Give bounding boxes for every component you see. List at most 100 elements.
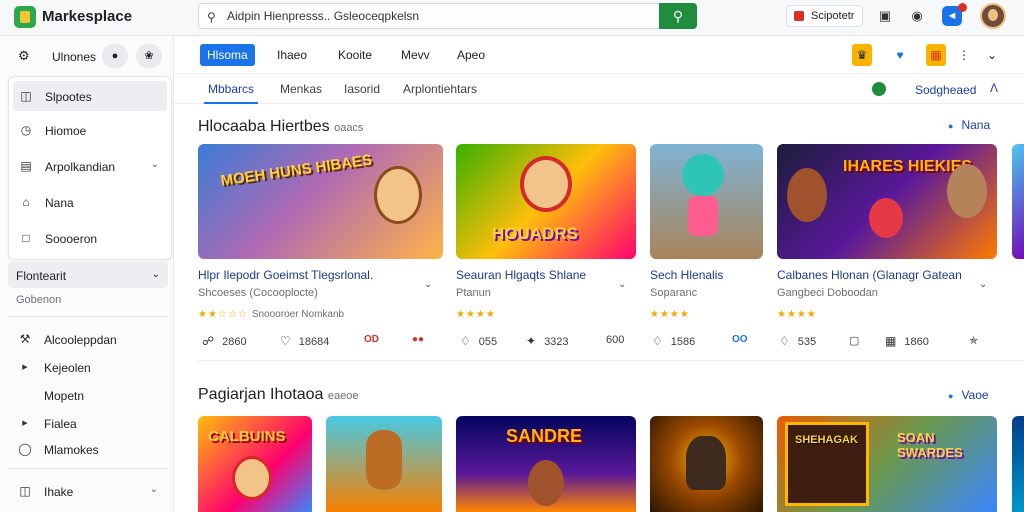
avatar[interactable]	[980, 3, 1006, 29]
sparkle-icon[interactable]: ✯	[969, 334, 978, 347]
character-art	[682, 154, 724, 196]
subtab-menkas[interactable]: Menkas	[280, 82, 322, 96]
tag-icon: ♢	[779, 334, 790, 348]
sidebar-item-hiomoe[interactable]: ◷ Hiomoe	[13, 115, 167, 145]
sidebar-item-mopetn[interactable]: Mopetn	[12, 380, 166, 410]
more-options-icon[interactable]: ⌄	[618, 279, 626, 290]
tags-stat: ♢ 535	[779, 334, 816, 348]
sidebar-item-ihake[interactable]: ◫ Ihake ⌄	[12, 476, 166, 506]
rating-stars: ★★☆☆☆ Snoooroer Nomkanb	[198, 309, 345, 320]
sidebar-item-label: Hiomoe	[45, 124, 87, 138]
tab-ihaeo[interactable]: Ihaeo	[270, 44, 314, 66]
sort-link[interactable]: Sodgheaed	[915, 83, 976, 97]
game-thumbnail[interactable]: SANDRE	[456, 416, 636, 512]
sidebar-item-arpolkandian[interactable]: ▤ Arpolkandian ⌄	[13, 151, 167, 181]
see-all-link[interactable]: Vaoe	[948, 388, 988, 402]
calendar-icon[interactable]: ▦	[926, 44, 946, 66]
marketplace-logo-icon[interactable]	[14, 6, 36, 28]
more-options-icon[interactable]: ⌄	[979, 279, 987, 290]
game-thumbnail[interactable]: IHARES HIEKIES	[777, 144, 997, 259]
settings-icon[interactable]: ⚙	[18, 48, 30, 64]
subtab-iasorid[interactable]: Iasorid	[344, 82, 380, 96]
stat-value: 2860	[222, 336, 247, 348]
tab-mevv[interactable]: Mevv	[394, 44, 437, 66]
likes-stat[interactable]: ♡ 18684	[280, 334, 329, 348]
sidebar-item-label: Fialea	[44, 417, 77, 431]
game-card[interactable]	[1012, 144, 1024, 359]
game-publisher: Gangbeci Doboodan	[777, 287, 878, 299]
sidebar-item-label: Nana	[45, 196, 74, 210]
camera-icon[interactable]: ◉	[908, 7, 926, 25]
sub-tabs: Mbbarcs Menkas Iasorid Arplontiehtars	[174, 74, 1024, 104]
clock-icon: ◷	[20, 123, 32, 137]
tags-stat: ♢ 055	[460, 334, 497, 348]
subtab-arplontiehtars[interactable]: Arplontiehtars	[403, 82, 477, 96]
game-thumbnail[interactable]	[1012, 416, 1024, 512]
thumbnail-art-title: SANDRE	[506, 426, 583, 446]
tab-apeo[interactable]: Apeo	[450, 44, 492, 66]
thumbnail-art-title: CALBUINS	[208, 428, 286, 445]
tags-stat: ♢ 1586	[652, 334, 695, 348]
sidebar-item-slpootes[interactable]: ◫ Slpootes	[13, 81, 167, 111]
search-bar[interactable]: ⚲ ⚲	[198, 3, 697, 29]
box-icon: □	[22, 231, 30, 245]
character-art	[366, 430, 402, 490]
game-title[interactable]: Hlpr Ilepodr Goeimst Tlegsrlonal.	[198, 268, 373, 282]
game-card[interactable]: IHARES HIEKIES Calbanes Hlonan (Glanagr …	[777, 144, 997, 359]
grid-icon: ◫	[19, 484, 31, 498]
window-icon[interactable]: ▣	[876, 7, 894, 25]
character-art	[686, 436, 726, 490]
share-icon[interactable]: ▢	[849, 334, 859, 347]
game-thumbnail[interactable]: SHEHAGAK SOAN SWARDES	[777, 416, 997, 512]
game-title[interactable]: Sech Hlenalis	[650, 268, 723, 282]
expand-icon[interactable]: ⋮	[954, 44, 974, 66]
game-title[interactable]: Calbanes Hlonan (Glanagr Gatean	[777, 268, 962, 282]
game-thumbnail[interactable]	[650, 416, 763, 512]
home-icon: ⌂	[22, 195, 30, 209]
chevron-down-icon[interactable]: ⌄	[982, 44, 1002, 66]
tab-hlsoma[interactable]: Hlsoma	[200, 44, 255, 66]
game-card[interactable]: MOEH HUNS HIBAES Hlpr Ilepodr Goeimst Tl…	[198, 144, 443, 359]
gamepad-icon: ☍	[202, 334, 215, 348]
user-icon[interactable]: Λ	[990, 81, 998, 95]
sidebar-item-label: Arpolkandian	[45, 160, 116, 174]
subtab-mbbarcs[interactable]: Mbbarcs	[203, 82, 259, 104]
triangle-icon: ▶	[22, 420, 28, 427]
sidebar-item-kejeolen[interactable]: ▶ Kejeolen	[12, 352, 166, 382]
blue-badge: OO	[732, 334, 748, 345]
search-input[interactable]	[227, 7, 647, 25]
heart-icon[interactable]: ♥	[890, 44, 910, 66]
game-thumbnail[interactable]	[650, 144, 763, 259]
tag-icon: ♢	[652, 334, 663, 348]
sidebar-bolt-icon[interactable]: ❀	[136, 44, 162, 68]
wrench-icon: ⚒	[19, 332, 31, 346]
see-all-link[interactable]: Nana	[948, 118, 990, 132]
game-title[interactable]: Seauran Hlgaqts Shlane	[456, 268, 586, 282]
section-title: Pagiarjan Ihotaoa eaeoe	[198, 386, 358, 404]
tab-kooite[interactable]: Kooite	[331, 44, 379, 66]
game-thumbnail[interactable]: CALBUINS	[198, 416, 312, 512]
game-thumbnail[interactable]: HOUADRS	[456, 144, 636, 259]
divider	[8, 316, 168, 317]
pin-icon: ✦	[526, 334, 537, 348]
sidebar-item-label: Soooeron	[45, 232, 98, 246]
trophy-icon[interactable]: ♛	[852, 44, 872, 66]
sidebar-item-soooeron[interactable]: □ Soooeron	[13, 223, 167, 253]
game-thumbnail[interactable]	[326, 416, 442, 512]
stat-value: 535	[797, 336, 817, 348]
game-thumbnail[interactable]	[1012, 144, 1024, 259]
search-button[interactable]: ⚲	[659, 3, 697, 29]
sponsor-button[interactable]: Scipotetr	[786, 5, 864, 27]
sidebar-item-mlamokes[interactable]: ◯ Mlamokes	[12, 434, 166, 464]
sidebar-action-icon[interactable]: ●	[102, 44, 128, 68]
game-card[interactable]: Sech Hlenalis Soparanc ★★★★ ♢ 1586 OO	[650, 144, 763, 359]
more-options-icon[interactable]: ⌄	[424, 279, 432, 290]
sidebar-section-flontearit[interactable]: Flontearit ⌄	[8, 262, 168, 288]
section-title-text: Hlocaaba Hiertbes	[198, 118, 330, 135]
character-art	[520, 156, 572, 212]
character-art	[947, 164, 987, 218]
sidebar-item-alcooleppdan[interactable]: ⚒ Alcooleppdan	[12, 324, 166, 354]
game-thumbnail[interactable]: MOEH HUNS HIBAES	[198, 144, 443, 259]
game-card[interactable]: HOUADRS Seauran Hlgaqts Shlane Ptanun ⌄ …	[456, 144, 636, 359]
sidebar-item-nana[interactable]: ⌂ Nana	[13, 187, 167, 217]
